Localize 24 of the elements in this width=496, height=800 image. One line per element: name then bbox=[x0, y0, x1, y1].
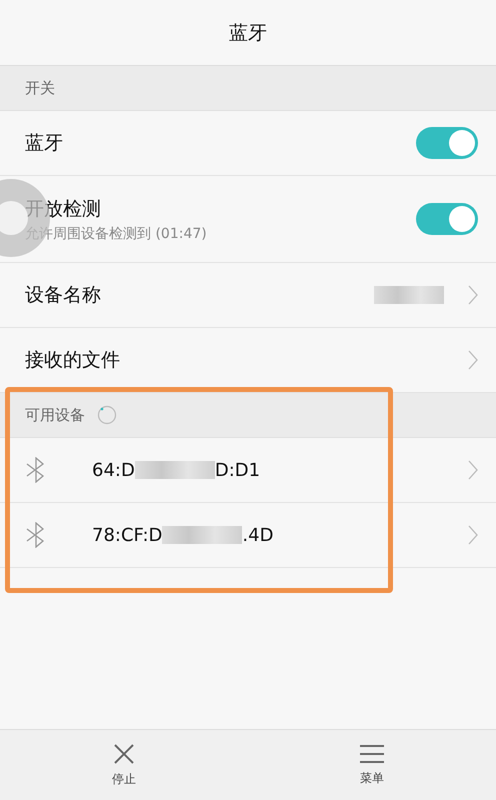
row-label: 蓝牙 bbox=[25, 131, 64, 156]
stop-button[interactable]: 停止 bbox=[0, 730, 248, 800]
chevron-right-icon bbox=[468, 525, 478, 545]
row-label: 设备名称 bbox=[25, 283, 102, 308]
chevron-right-icon bbox=[468, 460, 478, 480]
section-title: 可用设备 bbox=[25, 406, 85, 424]
page-title: 蓝牙 bbox=[229, 20, 267, 46]
row-label: 接收的文件 bbox=[25, 348, 121, 373]
toggle-switch[interactable] bbox=[416, 203, 478, 235]
menu-icon bbox=[360, 744, 384, 764]
close-icon bbox=[113, 742, 135, 764]
device-row[interactable]: 78:CF:D .4D bbox=[0, 503, 496, 568]
device-address: .4D bbox=[242, 524, 274, 546]
chevron-right-icon bbox=[468, 285, 478, 305]
menu-button[interactable]: 菜单 bbox=[248, 730, 496, 800]
device-address: D:D1 bbox=[214, 460, 260, 480]
settings-row[interactable]: 设备名称 bbox=[0, 263, 496, 328]
section-title: 开关 bbox=[25, 78, 55, 98]
chevron-right-icon bbox=[468, 350, 478, 370]
device-address: 64:D bbox=[92, 460, 135, 480]
device-row[interactable]: 64:D D:D1 bbox=[0, 438, 496, 503]
toggle-switch[interactable] bbox=[416, 127, 478, 159]
settings-row[interactable]: 蓝牙 bbox=[0, 111, 496, 176]
device-address: 78:CF:D bbox=[92, 524, 162, 546]
